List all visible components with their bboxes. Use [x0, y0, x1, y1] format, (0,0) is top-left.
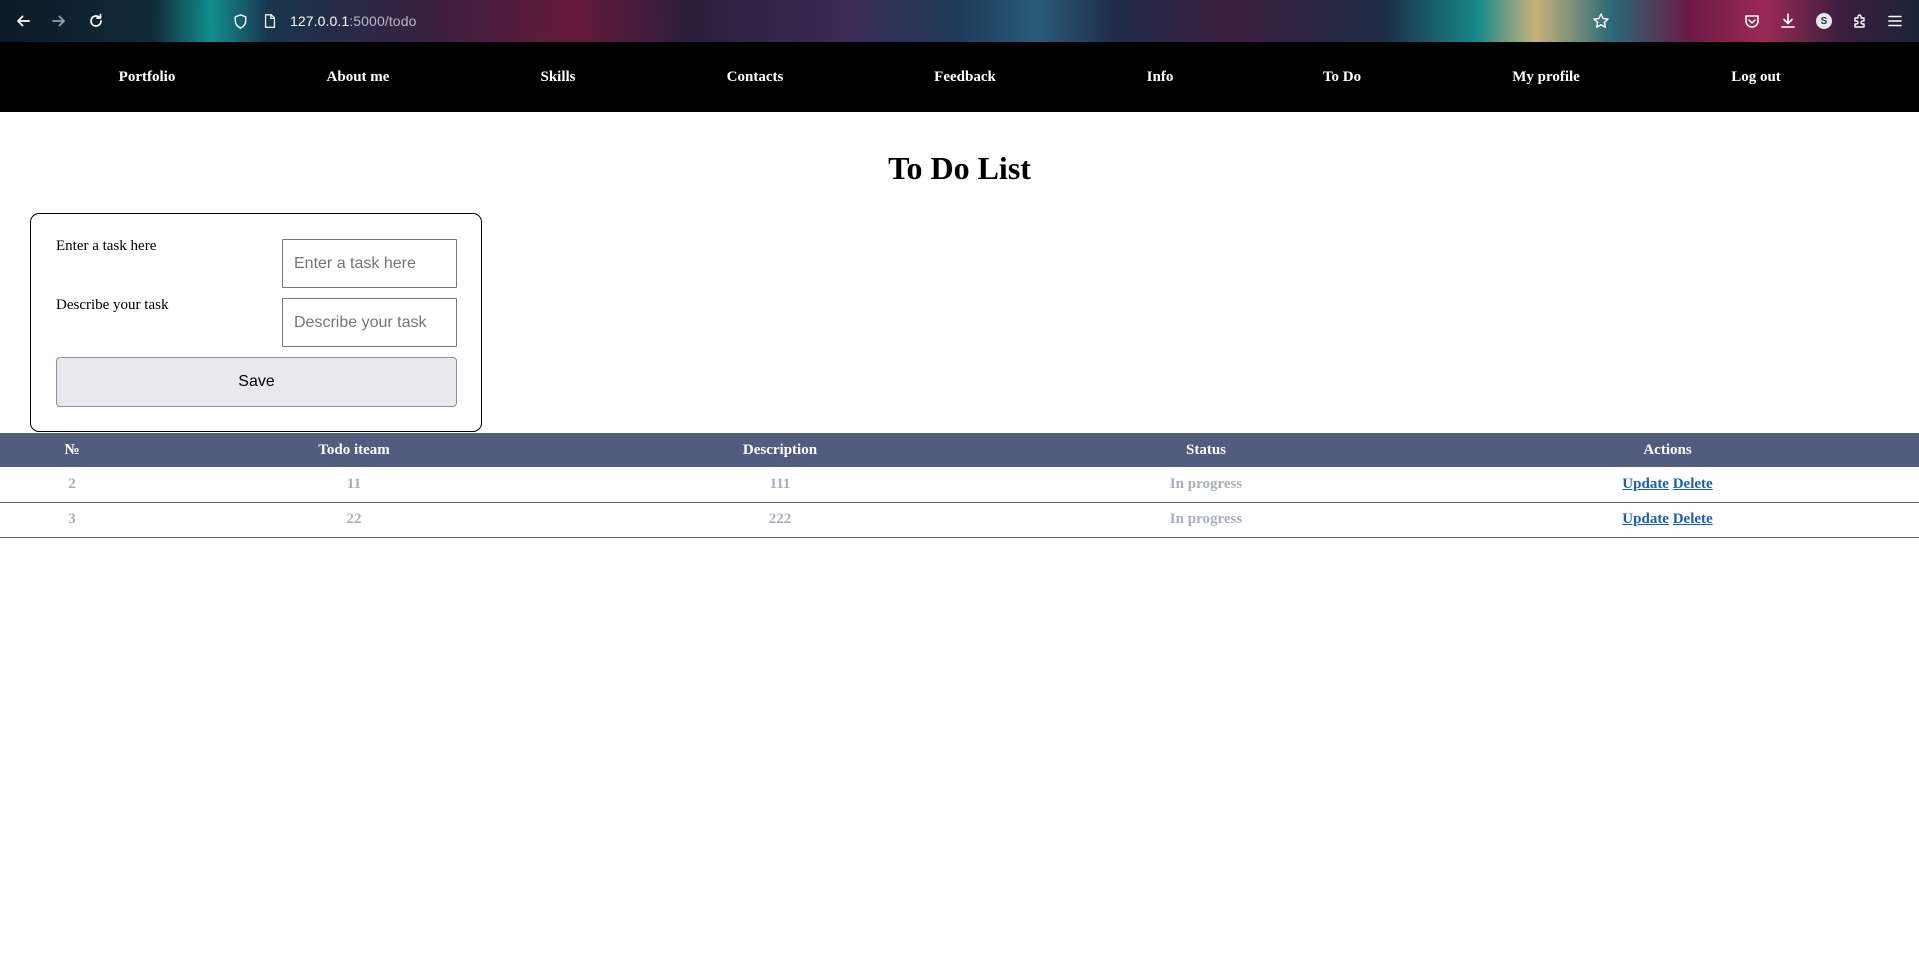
update-link[interactable]: Update: [1622, 476, 1669, 492]
row-description: 222: [564, 502, 996, 538]
account-avatar-icon[interactable]: S: [1812, 9, 1836, 33]
description-input[interactable]: [282, 298, 457, 347]
nav-portfolio[interactable]: Portfolio: [119, 42, 176, 112]
header-description: Description: [564, 433, 996, 467]
nav-info[interactable]: Info: [1147, 42, 1174, 112]
row-todo-item: 22: [144, 502, 564, 538]
account-initial: S: [1816, 13, 1832, 29]
nav-about-me[interactable]: About me: [327, 42, 390, 112]
table-header-row: № Todo iteam Description Status Actions: [0, 433, 1919, 467]
row-number: 2: [0, 467, 144, 503]
row-actions: Update Delete: [1416, 467, 1919, 503]
row-number: 3: [0, 502, 144, 538]
header-number: №: [0, 433, 144, 467]
page-icon: [262, 13, 278, 29]
nav-my-profile[interactable]: My profile: [1512, 42, 1580, 112]
nav-log-out[interactable]: Log out: [1731, 42, 1781, 112]
task-input[interactable]: [282, 239, 457, 288]
url-bar[interactable]: 127.0.0.1:5000/todo: [232, 7, 1612, 35]
site-nav: Portfolio About me Skills Contacts Feedb…: [0, 42, 1919, 112]
delete-link[interactable]: Delete: [1673, 511, 1713, 527]
row-todo-item: 11: [144, 467, 564, 503]
pocket-icon[interactable]: [1740, 9, 1764, 33]
page-title: To Do List: [888, 150, 1031, 186]
forward-arrow-icon[interactable]: [47, 9, 71, 33]
browser-toolbar: 127.0.0.1:5000/todo S: [0, 0, 1919, 42]
row-actions: Update Delete: [1416, 502, 1919, 538]
save-button[interactable]: Save: [56, 357, 457, 407]
shield-icon[interactable]: [232, 13, 249, 30]
extensions-icon[interactable]: [1848, 9, 1872, 33]
menu-hamburger-icon[interactable]: [1883, 9, 1907, 33]
nav-to-do[interactable]: To Do: [1323, 42, 1361, 112]
row-description: 111: [564, 467, 996, 503]
nav-contacts[interactable]: Contacts: [727, 42, 784, 112]
delete-link[interactable]: Delete: [1673, 476, 1713, 492]
nav-skills[interactable]: Skills: [540, 42, 575, 112]
row-status: In progress: [996, 502, 1416, 538]
back-arrow-icon[interactable]: [11, 9, 35, 33]
table-row: 2 11 111 In progress Update Delete: [0, 467, 1919, 503]
header-status: Status: [996, 433, 1416, 467]
header-todo-item: Todo iteam: [144, 433, 564, 467]
todo-table: № Todo iteam Description Status Actions …: [0, 433, 1919, 538]
reload-icon[interactable]: [84, 9, 108, 33]
bookmark-star-icon[interactable]: [1589, 9, 1613, 33]
description-label: Describe your task: [56, 297, 169, 313]
url-path: :5000/todo: [349, 13, 417, 29]
download-icon[interactable]: [1776, 9, 1800, 33]
table-row: 3 22 222 In progress Update Delete: [0, 502, 1919, 538]
update-link[interactable]: Update: [1622, 511, 1669, 527]
task-label: Enter a task here: [56, 238, 157, 254]
url-host: 127.0.0.1: [290, 13, 350, 29]
add-task-form: Enter a task here Describe your task Sav…: [30, 213, 482, 432]
url-text[interactable]: 127.0.0.1:5000/todo: [290, 13, 416, 29]
header-actions: Actions: [1416, 433, 1919, 467]
row-status: In progress: [996, 467, 1416, 503]
nav-feedback[interactable]: Feedback: [934, 42, 996, 112]
